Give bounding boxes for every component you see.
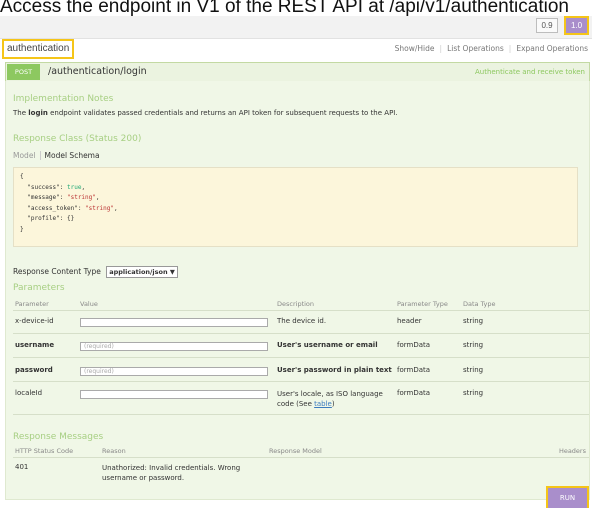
run-button[interactable]: RUN [546,486,589,508]
show-hide-link[interactable]: Show/Hide [395,44,435,53]
response-messages-header-row: HTTP Status Code Reason Response Model H… [13,445,589,458]
password-input[interactable]: (required) [80,367,268,376]
http-method-badge: POST [7,64,40,80]
col-data-type: Data Type [463,300,496,308]
model-schema-box[interactable]: { "success": true, "message": "string", … [13,167,578,247]
expand-operations-link[interactable]: Expand Operations [516,44,588,53]
resource-name-authentication[interactable]: authentication [1,39,75,59]
operation-header[interactable]: POST /authentication/login Authenticate … [5,62,590,82]
param-description: User's password in plain text [277,366,392,374]
param-description: User's locale, as ISO language code (See … [277,390,383,408]
col-response-model: Response Model [269,447,322,455]
parameters-header-row: Parameter Value Description Parameter Ty… [13,299,589,311]
param-row-x-device-id: x-device-id The device id. header string [13,311,589,334]
col-parameter-type: Parameter Type [397,300,448,308]
operation-body: Implementation Notes The login endpoint … [5,81,590,500]
param-row-username: username (required) User's username or e… [13,334,589,358]
param-name: username [15,341,55,349]
param-type: formData [397,389,431,397]
resource-header: authentication Show/Hide | List Operations… [1,39,588,59]
localeid-input[interactable] [80,390,268,399]
response-code: 401 [15,463,29,471]
param-data-type: string [463,366,484,374]
response-content-type: Response Content Type application/json ▼ [13,266,178,278]
col-headers: Headers [558,447,586,455]
x-device-id-input[interactable] [80,318,268,327]
response-row-401: 401 Unathorized: Invalid credentials. Wr… [13,458,589,486]
param-name: x-device-id [15,317,54,325]
model-tabs: Model Model Schema [13,151,100,160]
response-reason: Unathorized: Invalid credentials. Wrong u… [102,464,241,482]
param-row-localeid: localeId User's locale, as ISO language c… [13,382,589,415]
version-bar: 0.9 1.0 [0,16,592,39]
response-content-type-select[interactable]: application/json ▼ [106,266,178,278]
param-data-type: string [463,341,484,349]
list-operations-link[interactable]: List Operations [447,44,504,53]
param-type: formData [397,341,431,349]
response-messages-heading: Response Messages [13,432,104,442]
col-reason: Reason [102,447,126,455]
param-data-type: string [463,389,484,397]
param-data-type: string [463,317,484,325]
version-1-0-button[interactable]: 1.0 [564,16,589,35]
col-http-status-code: HTTP Status Code [15,447,74,455]
param-type: header [397,317,422,325]
version-0-9-button[interactable]: 0.9 [536,18,558,33]
implementation-notes-heading: Implementation Notes [13,94,114,104]
param-description: User's username or email [277,341,378,349]
param-name: localeId [15,389,43,397]
operation-summary: Authenticate and receive token [474,68,585,76]
param-row-password: password (required) User's password in p… [13,358,589,382]
locale-table-link[interactable]: table [314,400,332,408]
model-tab[interactable]: Model [13,151,41,160]
param-description: The device id. [277,317,327,325]
implementation-notes-text: The login endpoint validates passed cred… [13,109,398,117]
operation-path[interactable]: /authentication/login [48,64,147,80]
param-type: formData [397,366,431,374]
param-name: password [15,366,53,374]
response-class-heading: Response Class (Status 200) [13,134,142,144]
col-description: Description [277,300,315,308]
parameters-heading: Parameters [13,283,65,293]
resource-links: Show/Hide | List Operations | Expand Operati… [394,44,588,53]
col-value: Value [80,300,98,308]
col-parameter: Parameter [15,300,49,308]
username-input[interactable]: (required) [80,342,268,351]
model-schema-tab[interactable]: Model Schema [41,151,100,160]
